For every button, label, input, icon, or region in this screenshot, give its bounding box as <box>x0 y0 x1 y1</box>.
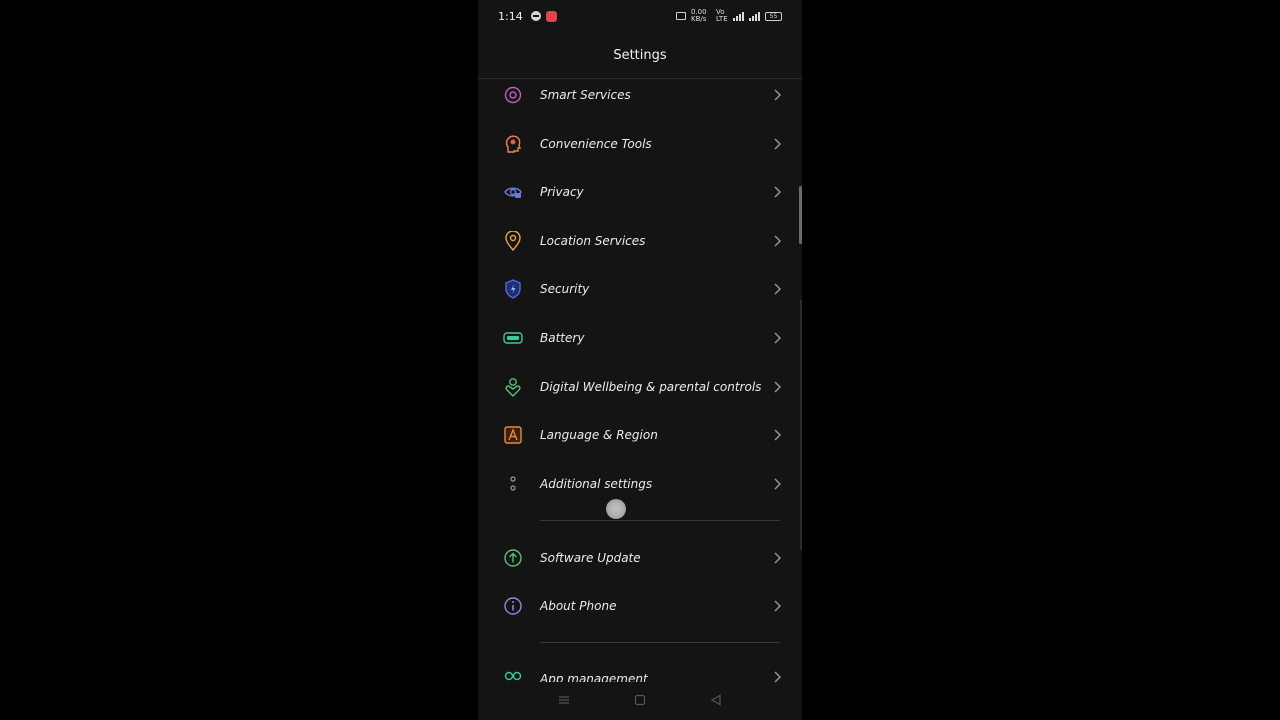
back-icon[interactable] <box>708 692 724 708</box>
chevron-right-icon <box>772 599 782 613</box>
net-speed: 0.00 KB/s <box>691 8 707 23</box>
additional-settings-icon <box>502 473 524 495</box>
section-divider <box>540 520 780 521</box>
status-time: 1:14 <box>498 9 523 23</box>
convenience-tools-icon <box>502 133 524 155</box>
navigation-bar <box>478 680 802 720</box>
home-icon[interactable] <box>632 692 648 708</box>
settings-item-label: Digital Wellbeing & parental controls <box>540 380 762 394</box>
chevron-right-icon <box>772 551 782 565</box>
chevron-right-icon <box>772 282 782 296</box>
chevron-right-icon <box>772 185 782 199</box>
settings-item-label: Security <box>540 282 590 296</box>
dnd-icon <box>530 11 541 21</box>
chevron-right-icon <box>772 331 782 345</box>
chevron-right-icon <box>772 234 782 248</box>
location-icon <box>502 230 524 252</box>
settings-item-software-update[interactable]: Software Update <box>478 534 802 582</box>
chevron-right-icon <box>772 428 782 442</box>
battery-status-icon: 55 <box>765 11 782 21</box>
settings-item-battery[interactable]: Battery <box>478 314 802 362</box>
settings-item-language-region[interactable]: Language & Region <box>478 411 802 459</box>
settings-item-digital-wellbeing[interactable]: Digital Wellbeing & parental controls <box>478 363 802 411</box>
settings-item-label: Privacy <box>540 185 584 199</box>
chevron-right-icon <box>772 88 782 102</box>
wellbeing-icon <box>502 376 524 398</box>
signal-2-icon <box>749 11 760 21</box>
language-icon <box>502 424 524 446</box>
phone-screen: 1:14 0.00 KB/s Vo LTE 55 Settings Smart … <box>478 0 802 720</box>
volte-label: Vo LTE <box>716 8 728 23</box>
settings-item-security[interactable]: Security <box>478 265 802 313</box>
chevron-right-icon <box>772 477 782 491</box>
security-icon <box>502 278 524 300</box>
chevron-right-icon <box>772 137 782 151</box>
settings-item-label: Software Update <box>540 551 641 565</box>
settings-item-location-services[interactable]: Location Services <box>478 217 802 265</box>
notification-app-icon <box>545 10 557 22</box>
software-update-icon <box>502 547 524 569</box>
settings-item-label: About Phone <box>540 599 617 613</box>
settings-item-smart-services[interactable]: Smart Services <box>478 71 802 119</box>
chevron-right-icon <box>772 380 782 394</box>
settings-item-privacy[interactable]: Privacy <box>478 168 802 216</box>
about-phone-icon <box>502 595 524 617</box>
settings-item-label: Language & Region <box>540 428 658 442</box>
smart-services-icon <box>502 84 524 106</box>
settings-item-label: Location Services <box>540 234 646 248</box>
menu-icon[interactable] <box>556 692 572 708</box>
settings-item-additional-settings[interactable]: Additional settings <box>478 460 802 508</box>
settings-item-label: Additional settings <box>540 477 653 491</box>
touch-indicator <box>606 499 626 519</box>
battery-icon <box>502 327 524 349</box>
status-right: 0.00 KB/s Vo LTE 55 <box>676 9 782 23</box>
settings-item-app-management[interactable]: App management <box>478 656 802 682</box>
vibrate-icon <box>676 12 686 20</box>
section-divider <box>540 642 780 643</box>
signal-icon <box>733 11 744 21</box>
settings-item-label: Smart Services <box>540 88 631 102</box>
status-bar: 1:14 0.00 KB/s Vo LTE 55 <box>478 0 802 32</box>
settings-item-label: Battery <box>540 331 585 345</box>
page-title: Settings <box>613 47 667 63</box>
settings-item-convenience-tools[interactable]: Convenience Tools <box>478 120 802 168</box>
privacy-icon <box>502 181 524 203</box>
settings-item-label: Convenience Tools <box>540 137 652 151</box>
settings-item-about-phone[interactable]: About Phone <box>478 582 802 630</box>
